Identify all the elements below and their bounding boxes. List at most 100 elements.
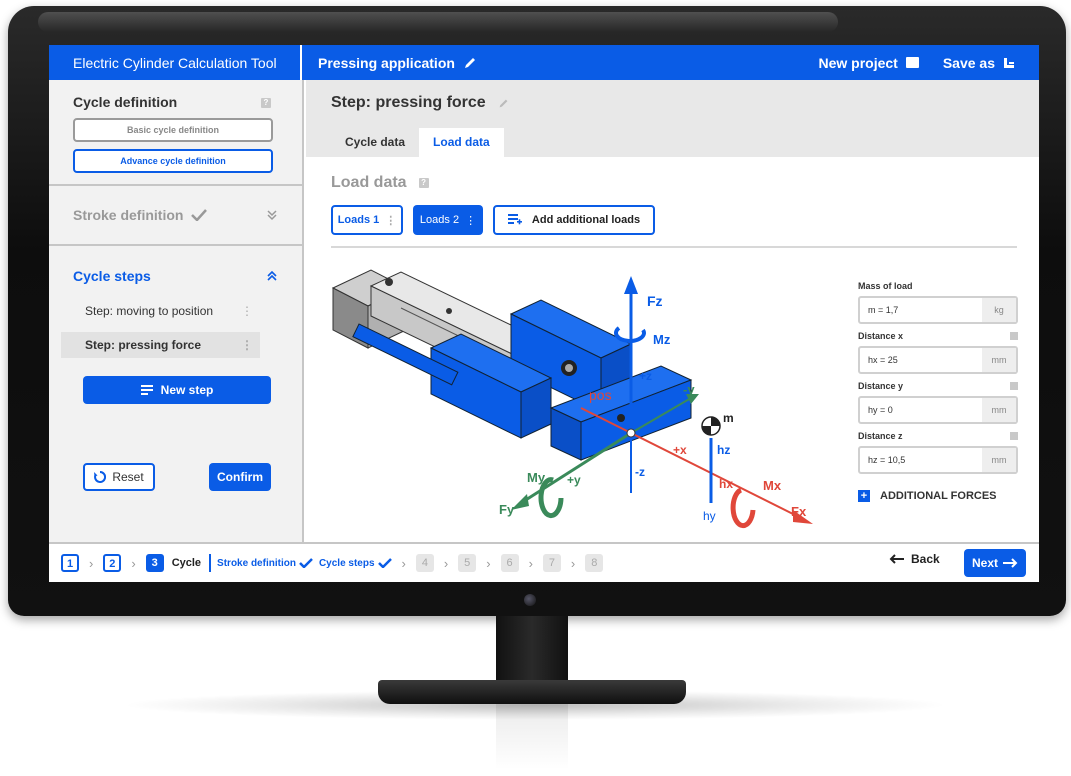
top-bar: Electric Cylinder Calculation Tool Press… bbox=[49, 45, 1039, 80]
stroke-definition-section[interactable]: Stroke definition bbox=[49, 186, 302, 246]
mass-field[interactable]: m = 1,7 kg bbox=[858, 296, 1018, 324]
check-icon bbox=[191, 209, 208, 221]
help-icon[interactable] bbox=[1010, 332, 1018, 340]
new-step-button[interactable]: New step bbox=[83, 376, 271, 404]
load-data-heading: Load data bbox=[331, 174, 407, 191]
step-3-button[interactable]: 3 bbox=[145, 554, 164, 572]
chevron-right-icon: › bbox=[131, 555, 136, 571]
save-as-button[interactable]: Save as bbox=[943, 55, 1015, 71]
reset-icon bbox=[94, 471, 107, 483]
reset-button[interactable]: Reset bbox=[83, 463, 155, 491]
tabs: Cycle data Load data bbox=[331, 128, 504, 157]
tab-load-data[interactable]: Load data bbox=[419, 128, 504, 157]
wizard-navigation: 1 › 2 › 3 Cycle Stroke definition Cycle … bbox=[49, 542, 1039, 582]
edit-pencil-icon[interactable] bbox=[498, 98, 509, 109]
chevron-right-icon: › bbox=[401, 555, 406, 571]
label-my: My bbox=[527, 470, 546, 485]
step-6-button[interactable]: 6 bbox=[500, 554, 519, 572]
distance-y-label: Distance y bbox=[858, 380, 1018, 392]
distance-z-label: Distance z bbox=[858, 430, 1018, 442]
distance-x-unit: mm bbox=[982, 348, 1016, 372]
cycle-steps-header[interactable]: Cycle steps bbox=[73, 268, 278, 284]
loads-1-button[interactable]: Loads 1 ⋮ bbox=[331, 205, 403, 235]
mass-unit: kg bbox=[982, 298, 1016, 322]
step-item-moving[interactable]: Step: moving to position ⋮ bbox=[61, 298, 260, 324]
app-screen: Electric Cylinder Calculation Tool Press… bbox=[49, 45, 1039, 582]
project-title[interactable]: Pressing application bbox=[302, 55, 818, 71]
list-add-icon bbox=[140, 385, 153, 395]
save-as-label: Save as bbox=[942, 54, 995, 71]
step-5-button[interactable]: 5 bbox=[458, 554, 477, 572]
step-2-button[interactable]: 2 bbox=[103, 554, 122, 572]
label-hx: hx bbox=[719, 477, 733, 491]
mass-label-text: Mass of load bbox=[858, 281, 913, 291]
distance-y-field[interactable]: hy = 0 mm bbox=[858, 396, 1018, 424]
distance-x-field[interactable]: hx = 25 mm bbox=[858, 346, 1018, 374]
cycle-definition-section: Cycle definition ? Basic cycle definitio… bbox=[49, 80, 302, 186]
advance-cycle-button[interactable]: Advance cycle definition bbox=[73, 149, 273, 173]
save-icon bbox=[1004, 57, 1014, 68]
back-button[interactable]: Back bbox=[889, 552, 940, 566]
label-plus-x: +x bbox=[673, 443, 687, 457]
tab-cycle-data[interactable]: Cycle data bbox=[331, 128, 419, 157]
sidebar: Cycle definition ? Basic cycle definitio… bbox=[49, 80, 304, 542]
chevron-right-icon: › bbox=[443, 555, 449, 571]
basic-cycle-button[interactable]: Basic cycle definition bbox=[73, 118, 273, 142]
cycle-steps-title: Cycle steps bbox=[73, 268, 151, 284]
kebab-menu-icon[interactable]: ⋮ bbox=[241, 338, 253, 352]
distance-z-label-text: Distance z bbox=[858, 431, 903, 441]
distance-z-field[interactable]: hz = 10,5 mm bbox=[858, 446, 1018, 474]
additional-forces-toggle[interactable]: + ADDITIONAL FORCES bbox=[858, 490, 1018, 502]
label-fz: Fz bbox=[647, 293, 663, 309]
label-plus-y: +y bbox=[567, 473, 581, 487]
help-icon[interactable]: ? bbox=[418, 178, 429, 188]
label-fx: Fx bbox=[791, 504, 807, 519]
loads-2-button[interactable]: Loads 2 ⋮ bbox=[413, 205, 483, 235]
label-mx: Mx bbox=[763, 478, 782, 493]
monitor-base bbox=[378, 680, 686, 704]
help-icon[interactable]: ? bbox=[261, 98, 271, 108]
step-1-button[interactable]: 1 bbox=[61, 554, 79, 572]
cycle-definition-title: Cycle definition bbox=[73, 94, 178, 110]
new-project-button[interactable]: New project bbox=[818, 54, 919, 71]
step-4-button[interactable]: 4 bbox=[415, 554, 434, 572]
distance-y-unit: mm bbox=[982, 398, 1016, 422]
help-icon[interactable] bbox=[1010, 432, 1018, 440]
monitor-camera bbox=[524, 594, 536, 606]
stroke-definition-link-label: Stroke definition bbox=[217, 557, 296, 569]
monitor-reflection bbox=[496, 704, 568, 770]
load-parameters-panel: Mass of load m = 1,7 kg Distance x hx = … bbox=[858, 280, 1018, 502]
edit-pencil-icon[interactable] bbox=[463, 56, 477, 70]
check-icon bbox=[299, 558, 313, 568]
project-title-text: Pressing application bbox=[318, 54, 455, 71]
distance-x-value: hx = 25 bbox=[868, 355, 898, 365]
cycle-steps-link[interactable]: Cycle steps bbox=[319, 558, 392, 569]
stroke-definition-link[interactable]: Stroke definition bbox=[217, 558, 313, 569]
label-mz: Mz bbox=[653, 332, 671, 347]
help-icon[interactable] bbox=[1010, 382, 1018, 390]
confirm-button[interactable]: Confirm bbox=[209, 463, 271, 491]
new-project-label: New project bbox=[818, 54, 898, 71]
mass-value: m = 1,7 bbox=[868, 305, 899, 315]
cylinder-load-diagram: Fz Mz +z -z -y +y +x pos m hz hx hy My F… bbox=[331, 269, 813, 529]
divider bbox=[331, 246, 1017, 248]
next-button[interactable]: Next bbox=[964, 549, 1026, 577]
add-additional-loads-button[interactable]: Add additional loads bbox=[493, 205, 655, 235]
step-7-button[interactable]: 7 bbox=[542, 554, 561, 572]
step-title: Step: pressing force bbox=[331, 94, 509, 112]
step-8-button[interactable]: 8 bbox=[585, 554, 604, 572]
arrow-left-icon bbox=[889, 554, 904, 564]
expand-chevron-icon[interactable] bbox=[266, 209, 278, 221]
cycle-label: Cycle bbox=[171, 557, 202, 569]
collapse-chevron-icon[interactable] bbox=[266, 270, 278, 282]
cycle-steps-section: Cycle steps Step: moving to position ⋮ S… bbox=[49, 246, 302, 542]
distance-y-value: hy = 0 bbox=[868, 405, 893, 415]
chevron-right-icon: › bbox=[570, 555, 576, 571]
step-item-pressing[interactable]: Step: pressing force ⋮ bbox=[61, 332, 260, 358]
kebab-menu-icon[interactable]: ⋮ bbox=[385, 214, 396, 227]
kebab-menu-icon[interactable]: ⋮ bbox=[241, 304, 253, 318]
check-icon bbox=[377, 558, 392, 568]
kebab-menu-icon[interactable]: ⋮ bbox=[465, 214, 476, 227]
distance-y-label-text: Distance y bbox=[858, 381, 904, 391]
app-title: Electric Cylinder Calculation Tool bbox=[49, 45, 302, 80]
